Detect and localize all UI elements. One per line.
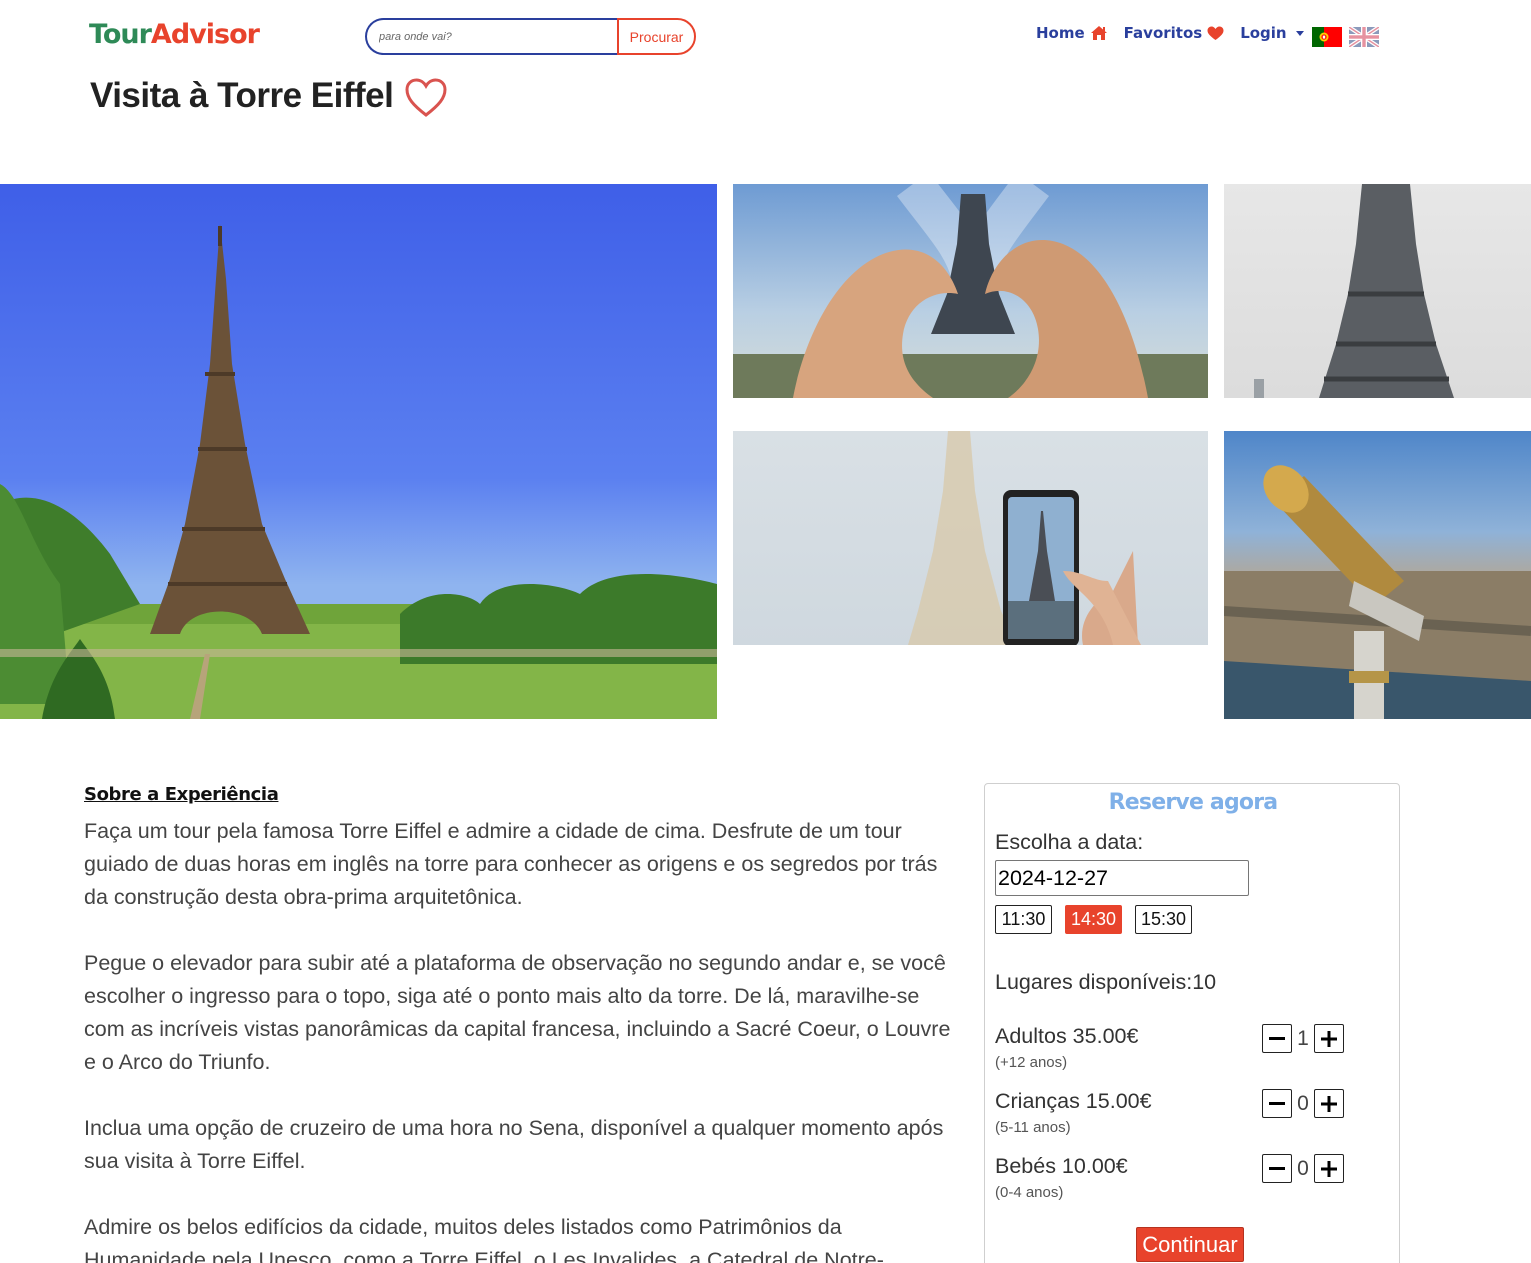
about-text: Faça um tour pela famosa Torre Eiffel e … xyxy=(84,815,954,1263)
ticket-name: Adultos 35.00€ xyxy=(995,1024,1139,1048)
ticket-name: Bebés 10.00€ xyxy=(995,1154,1128,1178)
about-paragraph: Faça um tour pela famosa Torre Eiffel e … xyxy=(84,819,938,909)
nav-favoritos[interactable]: Favoritos xyxy=(1124,24,1225,42)
about-paragraph: Pegue o elevador para subir até a plataf… xyxy=(84,951,951,1074)
caret-down-icon xyxy=(1295,30,1304,36)
available-seats: Lugares disponíveis:10 xyxy=(995,970,1217,994)
nav-login-label: Login xyxy=(1240,24,1287,42)
about-paragraph: Inclua uma opção de cruzeiro de uma hora… xyxy=(84,1116,944,1173)
about-paragraph: Admire os belos edifícios da cidade, mui… xyxy=(84,1215,884,1263)
decrement-button[interactable] xyxy=(1262,1089,1292,1118)
quantity-value: 0 xyxy=(1297,1156,1309,1180)
quantity-value: 0 xyxy=(1297,1091,1309,1115)
home-icon xyxy=(1090,26,1107,40)
search-bar: Procurar xyxy=(365,18,696,55)
gallery-photo-eiffel-main[interactable] xyxy=(0,184,717,719)
flag-uk-icon[interactable] xyxy=(1349,27,1379,47)
plus-icon xyxy=(1321,1160,1337,1177)
date-label: Escolha a data: xyxy=(995,830,1144,854)
flag-portugal-icon[interactable] xyxy=(1312,27,1342,47)
continue-button[interactable]: Continuar xyxy=(1136,1227,1244,1262)
gallery-photo-telescope[interactable] xyxy=(1224,431,1531,719)
search-button[interactable]: Procurar xyxy=(617,18,696,55)
gallery-photo-eiffel-closeup[interactable] xyxy=(1224,184,1531,398)
gallery-photo-heart-hands[interactable] xyxy=(733,184,1208,398)
minus-icon xyxy=(1269,1036,1285,1040)
heart-outline-icon[interactable] xyxy=(405,78,447,118)
time-slot-1530[interactable]: 15:30 xyxy=(1135,905,1192,934)
ticket-row-children: Crianças 15.00€ (5-11 anos) 0 xyxy=(995,1089,1385,1144)
decrement-button[interactable] xyxy=(1262,1154,1292,1183)
decrement-button[interactable] xyxy=(1262,1024,1292,1053)
nav-login[interactable]: Login xyxy=(1240,24,1304,42)
quantity-stepper: 0 xyxy=(1262,1089,1344,1118)
increment-button[interactable] xyxy=(1314,1089,1344,1118)
ticket-row-babies: Bebés 10.00€ (0-4 anos) 0 xyxy=(995,1154,1385,1209)
gallery-photo-phone-eiffel[interactable] xyxy=(733,431,1208,645)
date-input[interactable] xyxy=(995,860,1249,896)
booking-title: Reserve agora xyxy=(1108,790,1278,815)
time-slot-1130[interactable]: 11:30 xyxy=(995,905,1052,934)
plus-icon xyxy=(1321,1095,1337,1112)
time-slots: 11:30 14:30 15:30 xyxy=(995,905,1192,934)
booking-panel: Reserve agora Escolha a data: 11:30 14:3… xyxy=(984,783,1400,1263)
minus-icon xyxy=(1269,1101,1285,1105)
eiffel-tower-illustration xyxy=(0,224,717,719)
quantity-stepper: 1 xyxy=(1262,1024,1344,1053)
plus-icon xyxy=(1321,1030,1337,1047)
quantity-value: 1 xyxy=(1297,1026,1309,1050)
heart-icon xyxy=(1207,26,1224,40)
site-logo[interactable]: TourAdvisor xyxy=(89,18,260,52)
main-nav: Home Favoritos Login xyxy=(1036,24,1320,42)
ticket-ages: (5-11 anos) xyxy=(995,1119,1071,1136)
search-input[interactable] xyxy=(365,18,617,55)
time-slot-1430[interactable]: 14:30 xyxy=(1065,905,1122,934)
logo-tour: Tour xyxy=(89,19,152,50)
nav-favoritos-label: Favoritos xyxy=(1123,24,1203,42)
increment-button[interactable] xyxy=(1314,1154,1344,1183)
ticket-ages: (+12 anos) xyxy=(995,1054,1068,1071)
nav-home[interactable]: Home xyxy=(1036,24,1108,42)
nav-home-label: Home xyxy=(1036,24,1085,42)
quantity-stepper: 0 xyxy=(1262,1154,1344,1183)
ticket-name: Crianças 15.00€ xyxy=(995,1089,1152,1113)
increment-button[interactable] xyxy=(1314,1024,1344,1053)
logo-advisor: Advisor xyxy=(150,19,260,50)
page-title: Visita à Torre Eiffel xyxy=(90,76,394,115)
about-heading: Sobre a Experiência xyxy=(84,784,279,805)
ticket-row-adults: Adultos 35.00€ (+12 anos) 1 xyxy=(995,1024,1385,1079)
ticket-ages: (0-4 anos) xyxy=(995,1184,1064,1201)
minus-icon xyxy=(1269,1166,1285,1170)
